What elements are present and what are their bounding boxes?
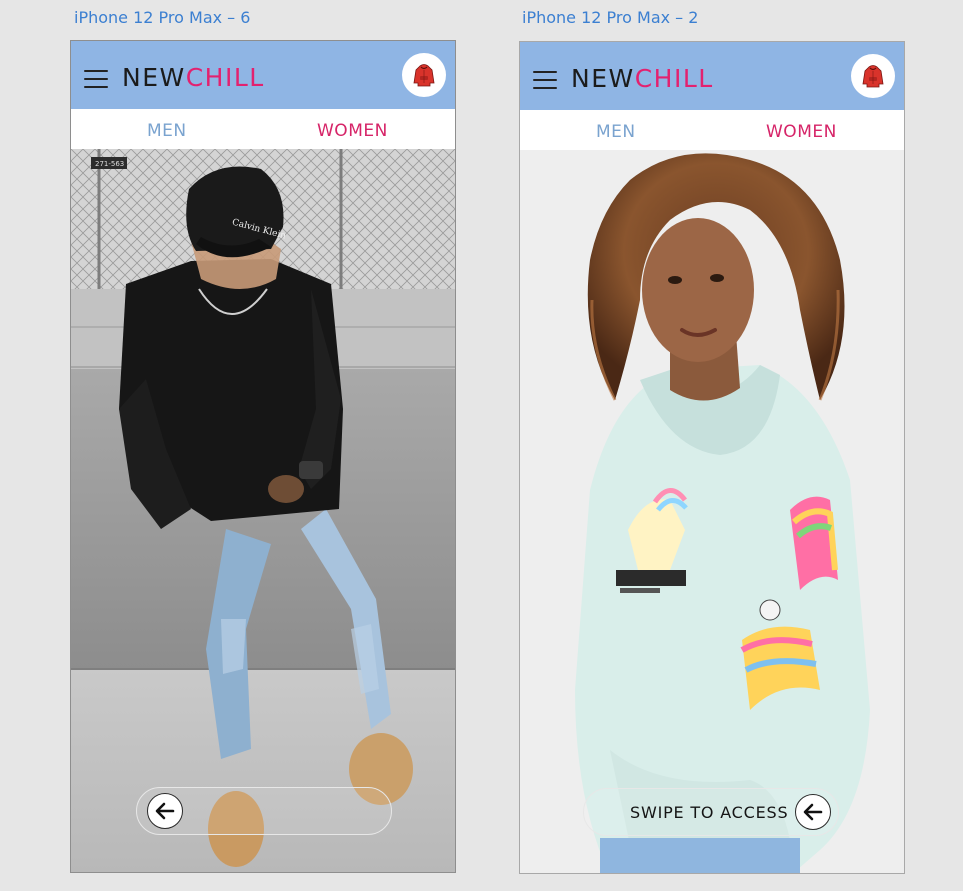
tab-men[interactable]: MEN	[147, 121, 187, 141]
hamburger-icon[interactable]	[533, 71, 557, 90]
arrow-left-icon	[803, 803, 823, 821]
brand-logo: NEWCHILL	[571, 64, 714, 93]
tab-women[interactable]: WOMEN	[766, 122, 837, 142]
phone-frame-women: NEWCHILL MEN WOMEN SWIPE TO ACCESS	[519, 41, 905, 874]
tab-men[interactable]: MEN	[596, 122, 636, 142]
back-arrow-button[interactable]	[795, 794, 831, 830]
brand-part-chill: CHILL	[185, 63, 265, 92]
back-arrow-button[interactable]	[147, 793, 183, 829]
app-bar: NEWCHILL	[71, 41, 455, 109]
sign-text: 271-563	[95, 160, 124, 168]
hoodie-icon	[862, 65, 884, 88]
swipe-to-access-slider[interactable]: SWIPE TO ACCESS	[583, 788, 839, 836]
tab-women[interactable]: WOMEN	[317, 121, 388, 141]
hero-photo-men: 271-563 Calvin Klein	[71, 149, 455, 872]
cart-button[interactable]	[402, 53, 446, 97]
brand-part-new: NEW	[571, 64, 635, 93]
brand-part-new: NEW	[122, 63, 186, 92]
app-bar: NEWCHILL	[520, 42, 904, 110]
brand-logo: NEWCHILL	[122, 63, 265, 92]
gender-tabs: MEN WOMEN	[520, 110, 904, 150]
hamburger-icon[interactable]	[84, 70, 108, 89]
swipe-to-access-label: SWIPE TO ACCESS	[630, 803, 789, 822]
hoodie-icon	[413, 64, 435, 87]
hero-photo-women: SWIPE TO ACCESS	[520, 150, 904, 873]
frame-label-2: iPhone 12 Pro Max – 2	[522, 8, 699, 27]
gender-tabs: MEN WOMEN	[71, 109, 455, 149]
arrow-left-icon	[155, 802, 175, 820]
frame-label-1: iPhone 12 Pro Max – 6	[74, 8, 251, 27]
brand-part-chill: CHILL	[634, 64, 714, 93]
phone-frame-men: NEWCHILL MEN WOMEN 271-563 Calvin Klein	[70, 40, 456, 873]
cart-button[interactable]	[851, 54, 895, 98]
swipe-to-access-slider[interactable]	[136, 787, 392, 835]
